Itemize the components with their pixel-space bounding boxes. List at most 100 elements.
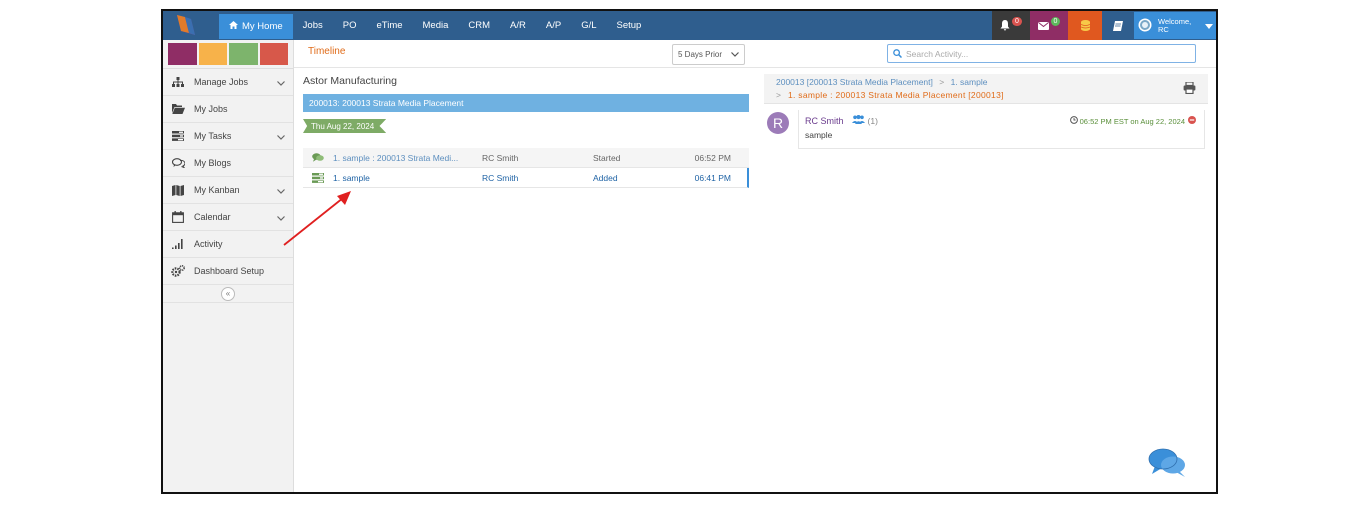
chevron-down-icon [277,213,285,223]
sidebar-collapse: « [163,285,293,303]
timeline-title: Timeline [308,46,346,57]
sidebar-item-activity[interactable]: Activity [163,231,293,258]
nav-etime[interactable]: eTime [366,11,412,40]
app-logo[interactable] [171,13,201,38]
nav-setup[interactable]: Setup [607,11,652,40]
sidebar-item-label: My Blogs [194,158,232,168]
swatch-green[interactable] [229,43,258,65]
collapse-sidebar-button[interactable]: « [221,286,235,301]
sidebar-item-my-tasks[interactable]: My Tasks [163,123,293,150]
color-swatches [163,40,293,69]
chevron-down-icon [277,132,285,142]
date-tag: Thu Aug 22, 2024 [303,119,387,133]
notifications-button[interactable]: 0 [992,11,1030,40]
clock-icon [1069,116,1078,126]
row-user: RC Smith [482,152,519,163]
database-icon [1080,20,1090,31]
notifications-badge: 0 [1012,17,1022,26]
chevron-down-icon [277,186,285,196]
sidebar-item-label: Dashboard Setup [194,266,265,276]
row-time: 06:52 PM [694,152,731,163]
sidebar-item-my-kanban[interactable]: My Kanban [163,177,293,204]
nav-gl[interactable]: G/L [571,11,606,40]
chat-button[interactable] [1148,447,1188,481]
sidebar-item-dashboard-setup[interactable]: Dashboard Setup [163,258,293,285]
row-status: Started [593,152,621,163]
swatch-purple[interactable] [168,43,197,65]
database-button[interactable] [1068,11,1102,40]
post-timestamp-text: 06:52 PM EST on Aug 22, 2024 [1079,116,1185,126]
sidebar-item-my-blogs[interactable]: My Blogs [163,150,293,177]
row-description[interactable]: 1. sample : 200013 Strata Medi... [333,153,482,163]
sidebar-item-manage-jobs[interactable]: Manage Jobs [163,69,293,96]
post-body: RC Smith (1) sample 06:52 PM EST on Aug … [798,110,1205,149]
table-row[interactable]: 1. sample : 200013 Strata Medi... RC Smi… [303,148,749,168]
double-angle-left-icon: « [225,289,231,298]
nav-po[interactable]: PO [333,11,367,40]
activity-detail-pane: 200013 [200013 Strata Media Placement] >… [764,74,1208,149]
sidebar-item-label: My Tasks [194,131,232,141]
range-select-value: 5 Days Prior [678,50,723,59]
timeline-toolbar: Timeline 5 Days Prior Search Activity... [294,40,1216,68]
comments-icon [171,157,185,169]
breadcrumb-task-link[interactable]: 1. sample [951,77,988,87]
swatch-red[interactable] [259,43,288,65]
nav-my-home[interactable]: My Home [219,14,293,39]
table-row[interactable]: 1. sample RC Smith Added 06:41 PM [303,168,749,188]
app-window: My Home Jobs PO eTime Media CRM A/R A/P … [161,9,1218,494]
messages-button[interactable]: 0 [1030,11,1068,40]
sidebar-item-label: My Jobs [194,104,228,114]
sidebar-item-my-jobs[interactable]: My Jobs [163,96,293,123]
group-count: (1) [867,116,878,126]
swatch-orange[interactable] [198,43,227,65]
cogs-icon [171,265,185,277]
nav-home-label: My Home [242,21,283,32]
sidebar-item-label: Calendar [194,212,231,222]
book-icon [1113,20,1123,31]
print-icon[interactable] [1183,81,1196,96]
activity-table: 1. sample : 200013 Strata Medi... RC Smi… [303,148,749,188]
messages-badge: 0 [1050,17,1061,26]
post-timestamp: 06:52 PM EST on Aug 22, 2024 [1069,116,1196,126]
breadcrumb: 200013 [200013 Strata Media Placement] >… [764,74,1208,104]
nav-ar[interactable]: A/R [500,11,536,40]
range-select[interactable]: 5 Days Prior [672,44,745,65]
nav-crm[interactable]: CRM [458,11,500,40]
users-icon[interactable] [852,114,866,126]
company-name: Astor Manufacturing [303,75,397,87]
chat-bubbles-icon [1148,448,1185,477]
post-user[interactable]: RC Smith [805,116,844,126]
top-navbar: My Home Jobs PO eTime Media CRM A/R A/P … [163,11,1216,40]
search-activity-input[interactable]: Search Activity... [887,44,1196,63]
search-placeholder: Search Activity... [906,48,969,59]
nav-jobs[interactable]: Jobs [293,11,333,40]
tasks-icon [171,130,185,142]
breadcrumb-separator: > [776,90,782,100]
folder-open-icon [171,103,185,115]
sidebar: Manage Jobs My Jobs My Tasks My Blogs My… [163,40,294,492]
signal-icon [171,238,185,250]
job-header-bar[interactable]: 200013: 200013 Strata Media Placement [303,94,749,112]
sidebar-item-calendar[interactable]: Calendar [163,204,293,231]
sitemap-icon [171,76,185,88]
row-time: 06:41 PM [694,172,731,183]
user-menu[interactable]: Welcome, RC [1134,12,1216,39]
row-description[interactable]: 1. sample [333,173,482,183]
chevron-down-icon [731,50,739,59]
home-icon [229,21,238,32]
remove-icon[interactable] [1188,116,1196,126]
main-nav: My Home Jobs PO eTime Media CRM A/R A/P … [219,11,651,40]
comment-icon [303,153,333,162]
sidebar-item-label: Activity [194,239,223,249]
avatar[interactable]: R [767,112,789,134]
row-status: Added [593,172,618,183]
user-avatar-icon [1138,18,1152,34]
breadcrumb-job-link[interactable]: 200013 [200013 Strata Media Placement] [776,77,933,87]
caret-down-icon [1205,21,1214,31]
book-button[interactable] [1102,11,1134,40]
row-user: RC Smith [482,172,519,183]
nav-media[interactable]: Media [413,11,459,40]
map-icon [171,184,185,196]
toolbar-right: 0 0 Welcome, RC [992,11,1216,40]
nav-ap[interactable]: A/P [536,11,571,40]
